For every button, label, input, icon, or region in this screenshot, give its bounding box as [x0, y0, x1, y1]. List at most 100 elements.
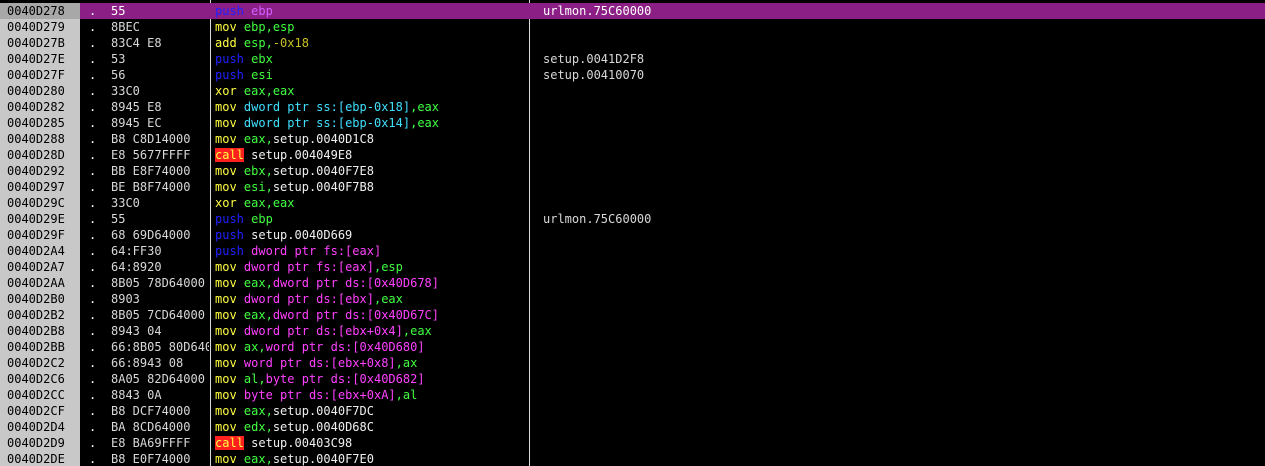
instruction-token: byte ptr ds:[0x40D682] — [265, 372, 425, 386]
flow-marker: . — [89, 132, 97, 146]
instruction-text: mov dword ptr ds:[ebx+0x4],eax — [215, 323, 527, 339]
address-cell: 0040D2D4 — [0, 419, 80, 435]
instruction-token — [237, 276, 244, 290]
instruction-row[interactable]: 0040D288. B8 C8D14000 mov eax,setup.0040D1… — [0, 131, 1265, 147]
flow-marker: . — [89, 260, 97, 274]
instruction-row[interactable]: 0040D2B0. 8903 mov dword ptr ds:[ebx],eax — [0, 291, 1265, 307]
instruction-row[interactable]: 0040D2D4. BA 8CD64000 mov edx,setup.0040D6… — [0, 419, 1265, 435]
instruction-text: xor eax,eax — [215, 83, 527, 99]
instruction-row[interactable]: 0040D285. 8945 EC mov dword ptr ss:[ebp-0x… — [0, 115, 1265, 131]
address-cell: 0040D28D — [0, 147, 80, 163]
instruction-text: add esp,-0x18 — [215, 35, 527, 51]
instruction-token: push — [215, 4, 244, 18]
instruction-text: call setup.004049E8 — [215, 147, 527, 163]
address-cell: 0040D282 — [0, 99, 80, 115]
instruction-row[interactable]: 0040D282. 8945 E8 mov dword ptr ss:[ebp-0x… — [0, 99, 1265, 115]
instruction-row[interactable]: 0040D2B2. 8B05 7CD64000 mov eax,dword ptr … — [0, 307, 1265, 323]
opcode-bytes: 64:FF30 — [111, 244, 162, 258]
instruction-token: ,ax — [395, 356, 418, 370]
instruction-row[interactable]: 0040D29C. 33C0 xor eax,eax — [0, 195, 1265, 211]
instruction-row[interactable]: 0040D2BB. 66:8B05 80D64000 mov ax,word ptr… — [0, 339, 1265, 355]
flow-marker: . — [89, 276, 97, 290]
instruction-token: setup.0040F7E8 — [272, 164, 374, 178]
opcode-bytes: E8 5677FFFF — [111, 148, 191, 162]
opcode-bytes: BE B8F74000 — [111, 180, 191, 194]
address-cell: 0040D297 — [0, 179, 80, 195]
instruction-token: dword ptr ds:[ebx+0x4] — [243, 324, 403, 338]
instruction-row[interactable]: 0040D2D9. E8 BA69FFFF call setup.00403C98 — [0, 435, 1265, 451]
address-cell: 0040D29E — [0, 211, 80, 227]
instruction-row[interactable]: 0040D2C2. 66:8943 08 mov word ptr ds:[ebx+… — [0, 355, 1265, 371]
instruction-row[interactable]: 0040D280. 33C0 xor eax,eax — [0, 83, 1265, 99]
instruction-token: mov — [215, 372, 237, 386]
instruction-token: ,al — [395, 388, 418, 402]
instruction-row[interactable]: 0040D2DE. B8 E0F74000 mov eax,setup.0040F7… — [0, 451, 1265, 466]
instruction-token: esi — [251, 68, 273, 82]
instruction-row[interactable]: 0040D2A4. 64:FF30 push dword ptr fs:[eax] — [0, 243, 1265, 259]
flow-marker: . — [89, 52, 97, 66]
instruction-row[interactable]: 0040D2B8. 8943 04 mov dword ptr ds:[ebx+0x… — [0, 323, 1265, 339]
instruction-text: mov al,byte ptr ds:[0x40D682] — [215, 371, 527, 387]
address-cell: 0040D29F — [0, 227, 80, 243]
instruction-token: eax,eax — [243, 84, 295, 98]
opcode-bytes: 55 — [111, 212, 126, 226]
instruction-token: dword ptr ds:[0x40D67C] — [272, 308, 439, 322]
instruction-token: eax, — [243, 132, 273, 146]
opcode-bytes: 68 69D64000 — [111, 228, 191, 242]
instruction-row[interactable]: 0040D2AA. 8B05 78D64000 mov eax,dword ptr … — [0, 275, 1265, 291]
instruction-token — [237, 20, 244, 34]
flow-marker: . — [89, 452, 97, 466]
instruction-row[interactable]: 0040D27F. 56 push esi setup.00410070 — [0, 67, 1265, 83]
instruction-text: mov word ptr ds:[ebx+0x8],ax — [215, 355, 527, 371]
instruction-token — [237, 372, 244, 386]
flow-marker: . — [89, 244, 97, 258]
instruction-text: mov eax,setup.0040F7DC — [215, 403, 527, 419]
instruction-token: eax, — [243, 404, 273, 418]
instruction-row[interactable]: 0040D2CC. 8843 0A mov byte ptr ds:[ebx+0xA… — [0, 387, 1265, 403]
instruction-token: xor — [215, 84, 237, 98]
comment-cell: setup.0041D2F8 — [543, 52, 645, 66]
instruction-text: mov eax,setup.0040F7E0 — [215, 451, 527, 466]
instruction-row[interactable]: 0040D29F. 68 69D64000 push setup.0040D669 — [0, 227, 1265, 243]
opcode-bytes: 8A05 82D64000 — [111, 372, 205, 386]
instruction-token: mov — [215, 292, 237, 306]
address-cell: 0040D279 — [0, 19, 80, 35]
instruction-token: setup.00403C98 — [251, 436, 353, 450]
instruction-row[interactable]: 0040D2A7. 64:8920 mov dword ptr fs:[eax],e… — [0, 259, 1265, 275]
flow-marker: . — [89, 292, 97, 306]
instruction-text: push dword ptr fs:[eax] — [215, 243, 527, 259]
instruction-text: mov dword ptr fs:[eax],esp — [215, 259, 527, 275]
instruction-row[interactable]: 0040D2CF. B8 DCF74000 mov eax,setup.0040F7… — [0, 403, 1265, 419]
call-mnemonic: call — [215, 436, 244, 450]
instruction-text: mov eax,dword ptr ds:[0x40D678] — [215, 275, 527, 291]
instruction-token: setup.0040D68C — [272, 420, 374, 434]
instruction-token — [237, 308, 244, 322]
instruction-token — [237, 116, 244, 130]
opcode-bytes: 66:8B05 80D64000 — [111, 340, 209, 354]
instruction-row[interactable]: 0040D27E. 53 push ebx setup.0041D2F8 — [0, 51, 1265, 67]
address-cell: 0040D280 — [0, 83, 80, 99]
instruction-token: ebp — [251, 212, 273, 226]
instruction-row[interactable]: 0040D278. 55 push ebp urlmon.75C60000 — [0, 3, 1265, 19]
flow-marker: . — [89, 20, 97, 34]
instruction-token — [237, 452, 244, 466]
instruction-token: setup.0040F7E0 — [272, 452, 374, 466]
disassembly-pane[interactable]: 0040D278. 55 push ebp urlmon.75C60000 0040D2… — [0, 0, 1265, 466]
comment-cell: urlmon.75C60000 — [543, 212, 652, 226]
instruction-row[interactable]: 0040D279. 8BEC mov ebp,esp — [0, 19, 1265, 35]
instruction-token: ,eax — [373, 292, 403, 306]
instruction-token: mov — [215, 388, 237, 402]
instruction-token — [237, 324, 244, 338]
instruction-row[interactable]: 0040D297. BE B8F74000 mov esi,setup.0040F7… — [0, 179, 1265, 195]
instruction-token — [237, 404, 244, 418]
instruction-text: mov ebx,setup.0040F7E8 — [215, 163, 527, 179]
instruction-row[interactable]: 0040D292. BB E8F74000 mov ebx,setup.0040F7… — [0, 163, 1265, 179]
instruction-row[interactable]: 0040D28D. E8 5677FFFF call setup.004049E8 — [0, 147, 1265, 163]
instruction-row[interactable]: 0040D27B. 83C4 E8 add esp,-0x18 — [0, 35, 1265, 51]
instruction-row[interactable]: 0040D2C6. 8A05 82D64000 mov al,byte ptr ds… — [0, 371, 1265, 387]
instruction-row[interactable]: 0040D29E. 55 push ebp urlmon.75C60000 — [0, 211, 1265, 227]
instruction-token: ax, — [243, 340, 266, 354]
instruction-token — [237, 100, 244, 114]
address-cell: 0040D288 — [0, 131, 80, 147]
instruction-token: ebx — [251, 52, 273, 66]
